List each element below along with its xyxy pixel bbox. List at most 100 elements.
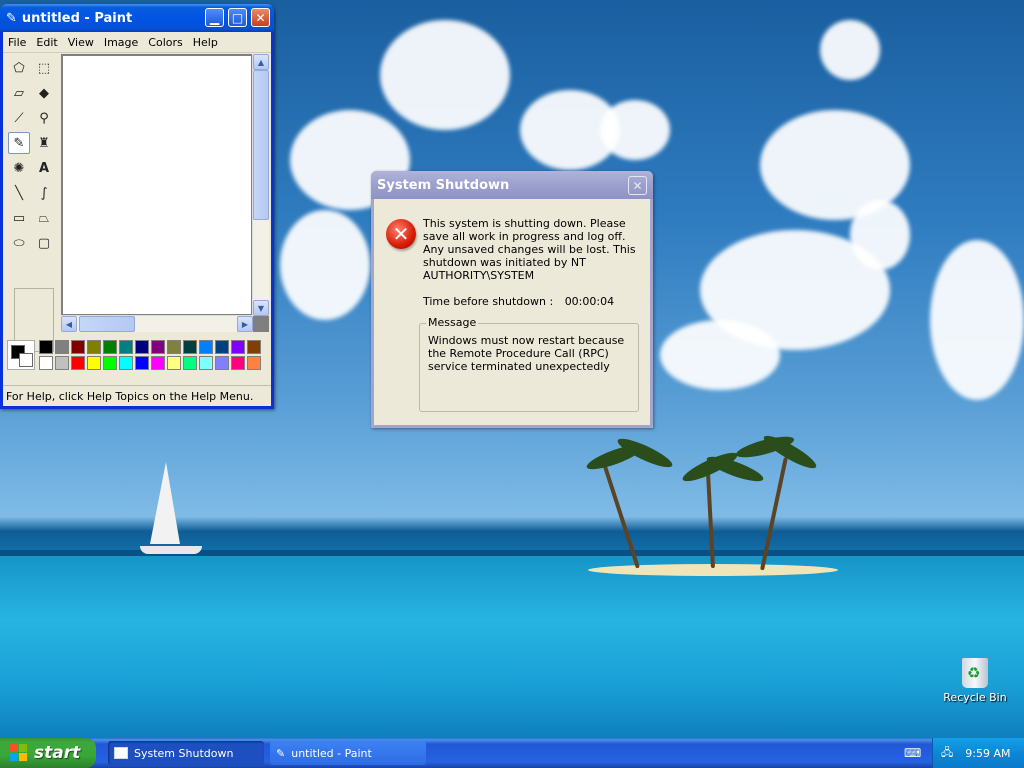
window-icon: [114, 747, 128, 759]
eyedropper-icon: ⟋: [14, 110, 24, 126]
menu-image[interactable]: Image: [99, 36, 143, 49]
palette-color-swatch[interactable]: [215, 340, 229, 354]
palette-color-swatch[interactable]: [183, 356, 197, 370]
menu-help[interactable]: Help: [188, 36, 223, 49]
system-shutdown-dialog[interactable]: System Shutdown ✕ ✕ This system is shutt…: [371, 171, 653, 428]
palette-color-swatch[interactable]: [135, 356, 149, 370]
palette-color-swatch[interactable]: [199, 356, 213, 370]
taskbar: start System Shutdown ✎ untitled - Paint…: [0, 738, 1024, 768]
line-tool[interactable]: ╲: [8, 182, 30, 204]
text-tool-icon: A: [38, 160, 50, 176]
eraser-tool[interactable]: ▱: [8, 82, 30, 104]
start-button[interactable]: start: [0, 738, 96, 768]
palette-color-swatch[interactable]: [215, 356, 229, 370]
curve-icon: ∫: [40, 185, 48, 201]
network-icon[interactable]: 🖧: [941, 744, 953, 763]
vertical-scroll-thumb[interactable]: [253, 70, 269, 220]
task-system-shutdown[interactable]: System Shutdown: [108, 741, 264, 765]
polygon-tool[interactable]: ⏢: [33, 207, 55, 229]
palette-color-swatch[interactable]: [247, 356, 261, 370]
color-palette: [5, 338, 267, 376]
palette-color-swatch[interactable]: [71, 340, 85, 354]
time-label: Time before shutdown :: [423, 295, 554, 308]
scroll-left-button[interactable]: ◀: [61, 316, 77, 332]
arrow-up-icon: ▲: [257, 57, 265, 67]
palette-color-swatch[interactable]: [119, 356, 133, 370]
rectangle-tool[interactable]: ▭: [8, 207, 30, 229]
scroll-up-button[interactable]: ▲: [253, 54, 269, 70]
vertical-scrollbar[interactable]: ▲ ▼: [252, 54, 269, 316]
palette-color-swatch[interactable]: [87, 340, 101, 354]
airbrush-tool[interactable]: ✺: [8, 157, 30, 179]
rounded-rect-tool[interactable]: ▢: [33, 232, 55, 254]
palette-color-swatch[interactable]: [39, 340, 53, 354]
group-label: Message: [426, 316, 479, 329]
free-select-icon: ⬠: [13, 60, 25, 76]
palette-color-swatch[interactable]: [71, 356, 85, 370]
paint-title-bar[interactable]: ✎ untitled - Paint ▁ □ ✕: [0, 4, 274, 32]
close-button[interactable]: ✕: [251, 8, 270, 27]
fill-tool[interactable]: ◆: [33, 82, 55, 104]
system-tray: 🖧 9:59 AM: [932, 738, 1024, 768]
palette-color-swatch[interactable]: [119, 340, 133, 354]
palette-color-swatch[interactable]: [39, 356, 53, 370]
palette-color-swatch[interactable]: [231, 340, 245, 354]
menu-colors[interactable]: Colors: [143, 36, 187, 49]
ellipse-tool[interactable]: ⬭: [8, 232, 30, 254]
palette-color-swatch[interactable]: [167, 340, 181, 354]
text-tool[interactable]: A: [33, 157, 55, 179]
recycle-bin-shortcut[interactable]: Recycle Bin: [940, 658, 1010, 704]
palette-color-swatch[interactable]: [151, 356, 165, 370]
rounded-rect-icon: ▢: [37, 235, 51, 251]
menu-file[interactable]: File: [3, 36, 31, 49]
pencil-tool[interactable]: ✎: [8, 132, 30, 154]
canvas-area: ▲ ▼ ◀ ▶: [61, 54, 269, 332]
palette-color-swatch[interactable]: [103, 340, 117, 354]
recycle-bin-label: Recycle Bin: [943, 691, 1007, 704]
menu-view[interactable]: View: [63, 36, 99, 49]
pencil-icon: ✎: [13, 135, 25, 151]
palette-color-swatch[interactable]: [183, 340, 197, 354]
palette-color-swatch[interactable]: [55, 356, 69, 370]
scroll-down-button[interactable]: ▼: [253, 300, 269, 316]
palette-color-swatch[interactable]: [55, 340, 69, 354]
task-label: untitled - Paint: [291, 746, 372, 760]
palette-color-swatch[interactable]: [231, 356, 245, 370]
current-colors[interactable]: [7, 340, 35, 370]
status-bar: For Help, click Help Topics on the Help …: [3, 385, 271, 406]
menu-edit[interactable]: Edit: [31, 36, 62, 49]
palette-color-swatch[interactable]: [135, 340, 149, 354]
palette-color-swatch[interactable]: [151, 340, 165, 354]
horizontal-scrollbar[interactable]: ◀ ▶: [61, 315, 253, 332]
curve-tool[interactable]: ∫: [33, 182, 55, 204]
palette-color-swatch[interactable]: [199, 340, 213, 354]
brush-tool[interactable]: ♜: [33, 132, 55, 154]
horizontal-scroll-thumb[interactable]: [79, 316, 135, 332]
color-picker-tool[interactable]: ⟋: [8, 107, 30, 129]
magnifier-tool[interactable]: ⚲: [33, 107, 55, 129]
palette-color-swatch[interactable]: [247, 340, 261, 354]
clock[interactable]: 9:59 AM: [965, 747, 1010, 760]
countdown-value: 00:00:04: [564, 295, 615, 308]
rect-select-tool[interactable]: ⬚: [33, 57, 55, 79]
paint-task-icon: ✎: [276, 746, 286, 760]
palette-color-swatch[interactable]: [103, 356, 117, 370]
palette-color-swatch[interactable]: [167, 356, 181, 370]
error-icon: ✕: [386, 219, 416, 249]
paint-window[interactable]: ✎ untitled - Paint ▁ □ ✕ File Edit View …: [0, 4, 274, 409]
task-paint[interactable]: ✎ untitled - Paint: [270, 741, 426, 765]
free-select-tool[interactable]: ⬠: [8, 57, 30, 79]
task-label: System Shutdown: [134, 746, 234, 760]
dialog-close-button[interactable]: ✕: [628, 176, 647, 195]
scroll-right-button[interactable]: ▶: [237, 316, 253, 332]
palette-color-swatch[interactable]: [87, 356, 101, 370]
dialog-title: System Shutdown: [377, 177, 510, 193]
menu-bar: File Edit View Image Colors Help: [3, 32, 271, 53]
time-row: Time before shutdown : 00:00:04: [423, 295, 614, 308]
minimize-button[interactable]: ▁: [205, 8, 224, 27]
drawing-canvas[interactable]: [63, 56, 251, 314]
message-groupbox: Message Windows must now restart because…: [419, 316, 639, 412]
maximize-button[interactable]: □: [228, 8, 247, 27]
keyboard-icon[interactable]: ⌨: [904, 746, 921, 760]
dialog-title-bar[interactable]: System Shutdown ✕: [371, 171, 653, 199]
